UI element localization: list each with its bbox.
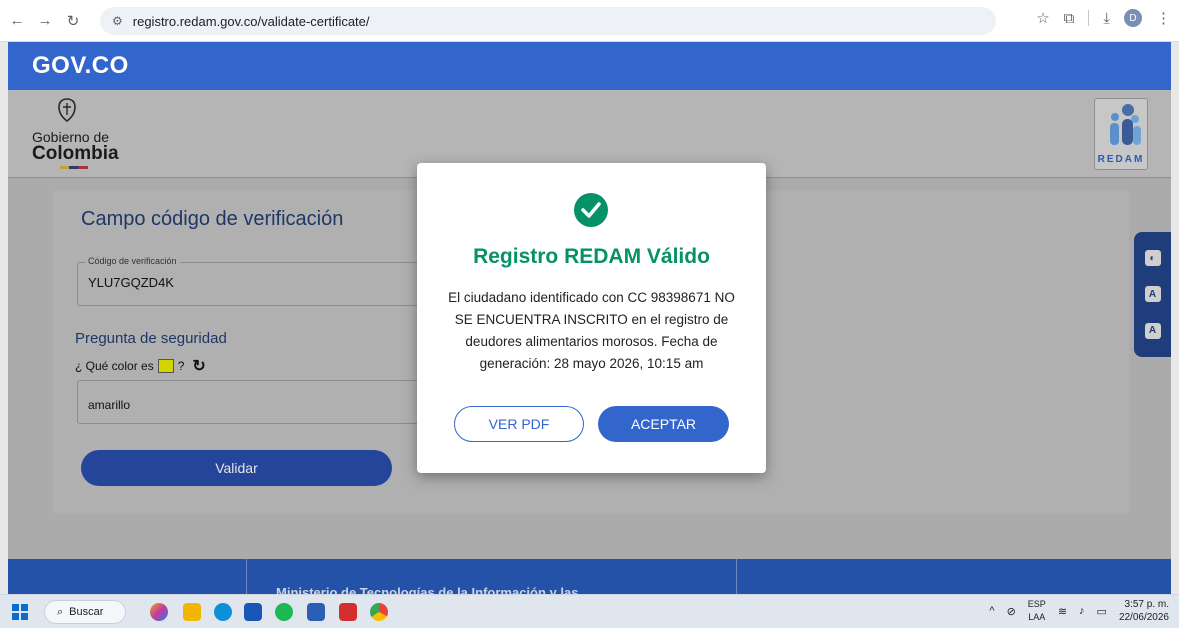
verification-code-label: Código de verificación (85, 256, 180, 266)
validation-result-dialog: Registro REDAM Válido El ciudadano ident… (417, 163, 766, 473)
language-layout: LAA (1028, 612, 1046, 622)
gobierno-colombia-logo: Gobierno de Colombia (32, 130, 119, 163)
clock-time: 3:57 p. m. (1124, 599, 1169, 610)
colombia-flag-stripe (60, 166, 88, 169)
bookmark-star-icon[interactable]: ☆ (1036, 9, 1049, 27)
verification-code-value[interactable]: YLU7GQZD4K (88, 275, 174, 290)
network-off-icon[interactable]: ⊘ (1007, 605, 1016, 618)
clock-date: 22/06/2026 (1118, 612, 1169, 623)
redam-logo-text: REDAM (1097, 154, 1145, 165)
system-tray: ^ ⊘ ESP LAA ≋ ♪ ▭ 3:57 p. m. 22/06/2026 (989, 598, 1169, 624)
word-icon[interactable] (307, 603, 325, 621)
gov-co-bar: GOV.CO (8, 42, 1171, 90)
footer-divider (736, 559, 737, 594)
dialog-message: El ciudadano identificado con CC 9839867… (448, 290, 735, 371)
gov-co-logo[interactable]: GOV.CO (32, 52, 129, 80)
reload-icon[interactable]: ↻ (62, 10, 84, 32)
footer-ministry-text: Ministerio de Tecnologías de la Informac… (276, 585, 579, 594)
accessibility-toolbar: ◐ A A (1134, 232, 1171, 357)
security-question-prefix: ¿ Qué color es (75, 359, 154, 373)
acrobat-icon[interactable] (339, 603, 357, 621)
download-icon[interactable]: ⤓ (1103, 10, 1110, 27)
wifi-icon[interactable]: ≋ (1058, 605, 1067, 618)
store-icon[interactable] (244, 603, 262, 621)
file-explorer-icon[interactable] (183, 603, 201, 621)
family-icon (1110, 104, 1141, 145)
increase-font-icon[interactable]: A (1144, 322, 1161, 339)
security-answer-value[interactable]: amarillo (88, 398, 130, 412)
validate-button[interactable]: Validar (81, 450, 392, 486)
address-bar[interactable]: ⚙ registro.redam.gov.co/validate-certifi… (100, 7, 996, 35)
security-question-title: Pregunta de seguridad (75, 330, 227, 347)
battery-icon[interactable]: ▭ (1097, 605, 1107, 618)
profile-avatar[interactable]: D (1124, 9, 1142, 27)
check-circle-icon (574, 193, 608, 227)
taskbar-search[interactable]: ⌕ Buscar (44, 600, 126, 624)
windows-start-icon[interactable] (12, 604, 28, 620)
gobierno-line2: Colombia (32, 143, 119, 164)
accept-button[interactable]: ACEPTAR (598, 406, 729, 442)
browser-actions: ☆ ⧉ ⤓ D ⋮ (1036, 9, 1171, 27)
site-footer: Ministerio de Tecnologías de la Informac… (8, 559, 1171, 594)
back-arrow-icon[interactable]: ← (6, 10, 28, 32)
security-question-suffix: ? (177, 359, 185, 373)
refresh-question-icon[interactable]: ↻ (192, 356, 205, 376)
dialog-title: Registro REDAM Válido (473, 245, 710, 268)
view-pdf-button[interactable]: VER PDF (454, 406, 584, 442)
decrease-font-icon[interactable]: A (1144, 286, 1161, 303)
language-indicator[interactable]: ESP LAA (1028, 598, 1046, 624)
menu-kebab-icon[interactable]: ⋮ (1156, 9, 1171, 27)
edge-browser-icon[interactable] (214, 603, 232, 621)
color-swatch (157, 359, 174, 373)
language-code: ESP (1027, 599, 1046, 609)
site-settings-icon[interactable]: ⚙ (112, 14, 123, 28)
footer-divider (246, 559, 247, 594)
contrast-icon[interactable]: ◐ (1144, 250, 1161, 267)
forward-arrow-icon[interactable]: → (34, 10, 56, 32)
chevron-up-icon[interactable]: ^ (989, 605, 994, 617)
toolbar-divider (1088, 10, 1090, 26)
extensions-icon[interactable]: ⧉ (1064, 10, 1075, 27)
card-title: Campo código de verificación (81, 208, 344, 230)
gobierno-line1: Gobierno de (32, 129, 110, 145)
clock[interactable]: 3:57 p. m. 22/06/2026 (1119, 598, 1169, 624)
url-text: registro.redam.gov.co/validate-certifica… (132, 13, 370, 29)
spotify-icon[interactable] (275, 603, 293, 621)
chrome-icon[interactable] (370, 603, 388, 621)
volume-icon[interactable]: ♪ (1079, 605, 1085, 617)
search-label: Buscar (69, 606, 104, 618)
security-question: ¿ Qué color es ? ↻ (75, 356, 206, 376)
windows-taskbar: ⌕ Buscar ^ ⊘ ESP LAA ≋ ♪ ▭ 3:57 p. m. 22… (0, 594, 1179, 628)
copilot-icon[interactable] (150, 603, 168, 621)
search-icon: ⌕ (57, 605, 64, 618)
browser-toolbar: ← → ↻ ⚙ registro.redam.gov.co/validate-c… (0, 0, 1179, 42)
coat-of-arms-icon (58, 98, 76, 122)
